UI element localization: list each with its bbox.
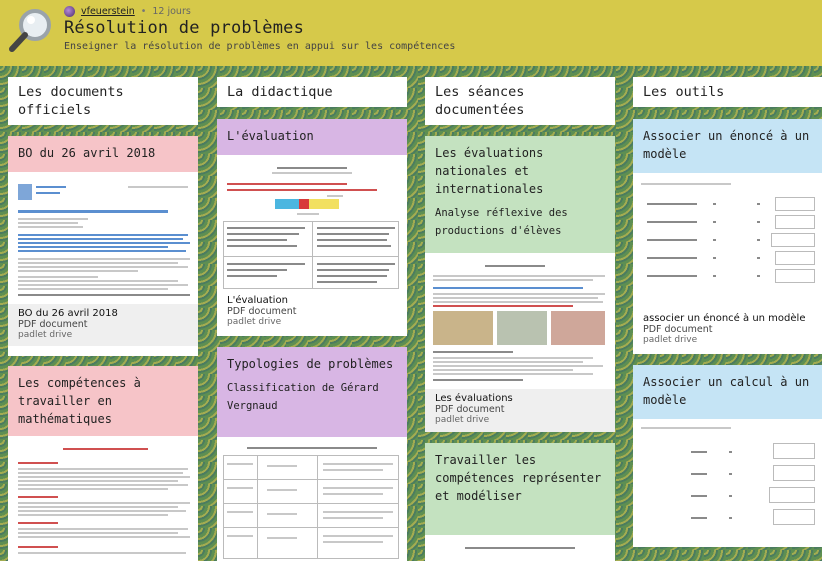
board-header: vfeuerstein • 12 jours Résolution de pro… [0,0,822,66]
attachment-name: associer un énoncé à un modèle [643,313,806,324]
pdf-preview[interactable] [8,436,198,561]
attachment-source: padlet drive [435,415,490,425]
column-header-documents-officiels[interactable]: Les documents officiels [8,77,198,125]
pdf-preview[interactable] [217,155,407,291]
post-title: L'évaluation [217,119,407,155]
page-title: Résolution de problèmes [64,18,305,38]
attachment-name: Les évaluations [435,393,513,404]
post-title: Typologies de problèmes [227,357,394,371]
attachment-info[interactable]: associer un énoncé à un modèle PDF docum… [633,309,822,351]
pdf-preview[interactable] [8,172,198,304]
attachment-info[interactable]: BO du 26 avril 2018 PDF document padlet … [8,304,198,346]
magnifier-icon [9,9,51,52]
attachment-type: PDF document [643,324,713,335]
post-card[interactable]: L'évaluation L'évaluation PDF document p… [217,119,407,336]
pdf-preview[interactable] [425,253,615,389]
post-header: Les évaluations nationales et internatio… [425,136,615,253]
attachment-name: L'évaluation [227,295,288,306]
post-card[interactable]: Associer un énoncé à un modèle associer … [633,119,822,354]
post-body: Analyse réflexive des productions d'élèv… [435,207,568,237]
pdf-preview[interactable] [425,535,615,561]
avatar[interactable] [64,5,75,17]
post-title: Les évaluations nationales et internatio… [435,146,544,196]
post-header: Typologies de problèmes Classification d… [217,347,407,437]
attachment-source: padlet drive [643,335,698,345]
post-card[interactable]: Typologies de problèmes Classification d… [217,347,407,561]
column-header-seances-documentees[interactable]: Les séances documentées [425,77,615,125]
attachment-info[interactable]: Les évaluations PDF document padlet driv… [425,389,615,432]
author-row: vfeuerstein • 12 jours [64,4,191,18]
separator-dot: • [140,5,147,17]
post-time: 12 jours [152,5,191,17]
post-title: Travailler les compétences représenter e… [425,443,615,535]
post-title: Associer un calcul à un modèle [633,365,822,419]
post-card[interactable]: Associer un calcul à un modèle [633,365,822,547]
column-header-didactique[interactable]: La didactique [217,77,407,107]
post-card[interactable]: Les compétences à travailler en mathémat… [8,366,198,561]
post-body: Classification de Gérard Vergnaud [227,382,379,412]
pdf-preview[interactable] [633,419,822,547]
post-card[interactable]: BO du 26 avril 2018 BO du 26 avril 2018 … [8,136,198,356]
column-header-outils[interactable]: Les outils [633,77,822,107]
attachment-source: padlet drive [18,330,73,340]
post-title: BO du 26 avril 2018 [8,136,198,172]
page-subtitle: Enseigner la résolution de problèmes en … [64,41,456,52]
pdf-preview[interactable] [633,173,822,309]
attachment-info[interactable]: L'évaluation PDF document padlet drive [217,291,407,333]
post-title: Associer un énoncé à un modèle [633,119,822,173]
pdf-preview[interactable] [217,437,407,561]
attachment-source: padlet drive [227,317,282,327]
post-card[interactable]: Les évaluations nationales et internatio… [425,136,615,432]
attachment-type: PDF document [18,319,88,330]
attachment-name: BO du 26 avril 2018 [18,308,118,319]
post-card[interactable]: Travailler les compétences représenter e… [425,443,615,561]
post-title: Les compétences à travailler en mathémat… [8,366,198,436]
attachment-type: PDF document [227,306,297,317]
author-link[interactable]: vfeuerstein [81,6,135,17]
attachment-type: PDF document [435,404,505,415]
